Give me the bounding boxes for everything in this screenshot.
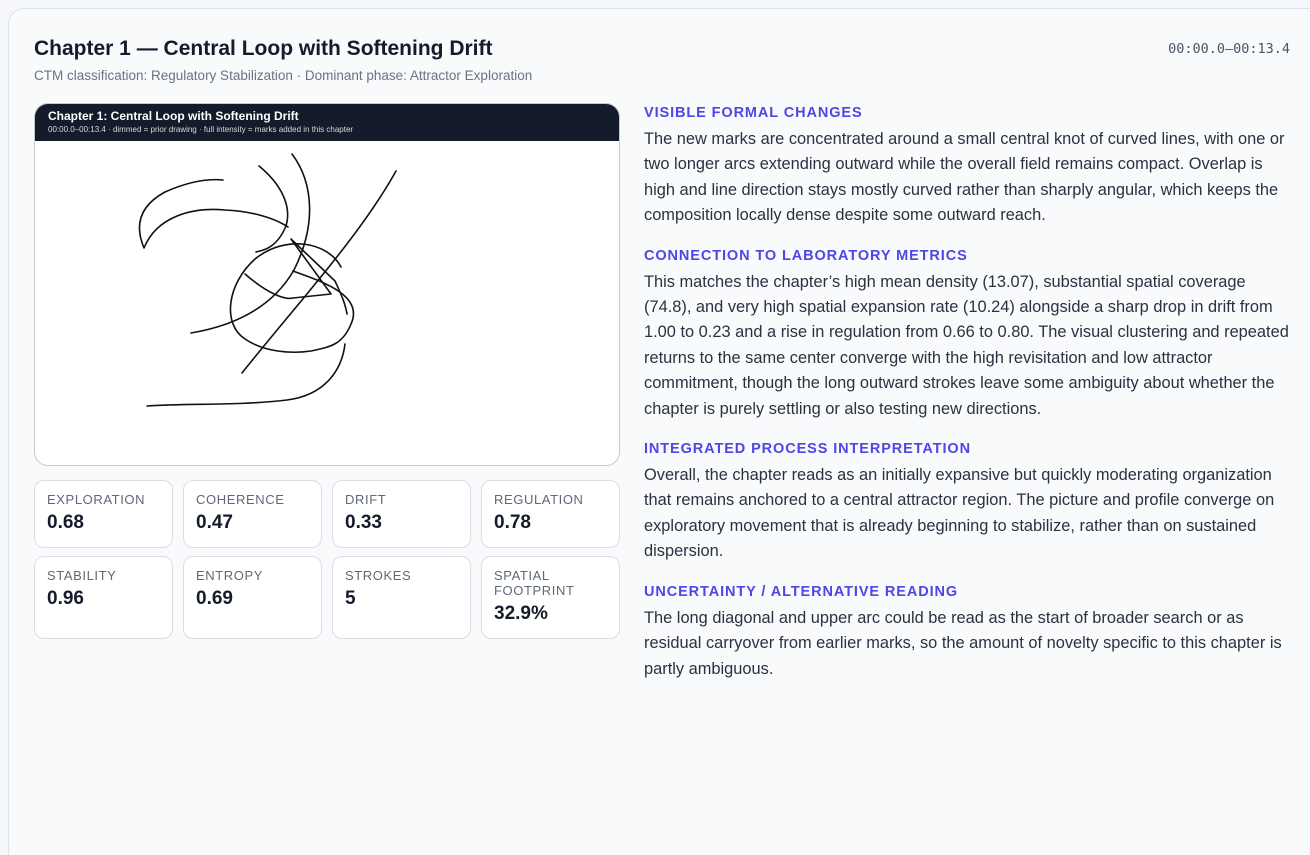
metric-exploration: Exploration 0.68 [34,480,173,548]
metric-label: Regulation [494,492,584,507]
drawing-title: Chapter 1: Central Loop with Softening D… [48,109,299,123]
metric-label: Spatial Footprint [494,568,575,598]
metric-value: 5 [345,588,356,609]
section-body-visible-changes: The new marks are concentrated around a … [644,130,1285,225]
metric-strokes: Strokes 5 [332,556,471,639]
section-heading-uncertainty: Uncertainty / Alternative Reading [644,583,959,600]
metric-entropy: Entropy 0.69 [183,556,322,639]
stroke-lower-sweep [146,343,346,407]
metric-value: 32.9% [494,603,548,624]
metric-label: Drift [345,492,387,507]
metric-label: Strokes [345,568,412,583]
metric-value: 0.68 [47,512,84,533]
metric-value: 0.33 [345,512,382,533]
section-body-uncertainty: The long diagonal and upper arc could be… [644,608,1282,678]
metric-label: Coherence [196,492,285,507]
stroke-upper-arc [255,165,289,253]
stroke-left-hook [138,178,289,249]
metric-spatial-footprint: Spatial Footprint 32.9% [481,556,620,639]
drawing-panel: Chapter 1: Central Loop with Softening D… [34,103,620,466]
metric-value: 0.78 [494,512,531,533]
stroke-long-diagonal [241,170,397,374]
chapter-subtitle: CTM classification: Regulatory Stabiliza… [34,68,533,83]
metric-label: Entropy [196,568,264,583]
metric-drift: Drift 0.33 [332,480,471,548]
interpretation-column: Visible Formal Changes The new marks are… [644,103,1296,699]
metric-coherence: Coherence 0.47 [183,480,322,548]
section-heading-process-interpretation: Integrated Process Interpretation [644,441,971,458]
section-heading-lab-metrics: Connection to Laboratory Metrics [644,247,968,264]
metric-value: 0.47 [196,512,233,533]
time-range: 00:00.0–00:13.4 [1168,41,1290,57]
section-body-lab-metrics: This matches the chapter’s high mean den… [644,272,1289,418]
metric-value: 0.69 [196,588,233,609]
section-body-process-interpretation: Overall, the chapter reads as an initial… [644,466,1275,561]
drawing-caption: 00:00.0–00:13.4 · dimmed = prior drawing… [48,125,354,134]
drawing-header: Chapter 1: Central Loop with Softening D… [35,104,619,141]
chapter-title: Chapter 1 — Central Loop with Softening … [34,37,493,60]
metric-label: Exploration [47,492,146,507]
metric-regulation: Regulation 0.78 [481,480,620,548]
metric-stability: Stability 0.96 [34,556,173,639]
metric-value: 0.96 [47,588,84,609]
metric-label: Stability [47,568,117,583]
drawing-canvas [138,153,397,407]
section-heading-visible-changes: Visible Formal Changes [644,105,863,121]
